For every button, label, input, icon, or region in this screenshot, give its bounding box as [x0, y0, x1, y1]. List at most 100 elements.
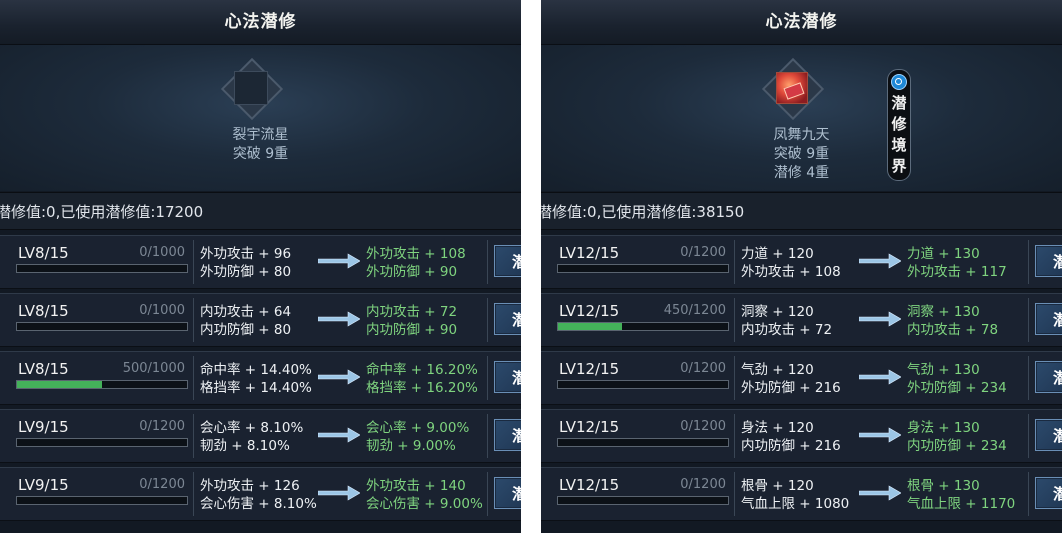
divider	[1028, 240, 1029, 284]
level-label: LV8/15	[18, 244, 69, 262]
next-stat: 气血上限 + 1170	[907, 496, 1016, 512]
cultivation-points-text: 潜修值:0,已使用潜修值:38150	[541, 203, 745, 221]
progress-bar	[16, 322, 188, 331]
cultivation-realm-button[interactable]: 潜 修 境 界	[887, 69, 911, 181]
cultivate-button-label: 潜	[1053, 369, 1062, 387]
cultivation-points-bar: 潜修值:0,已使用潜修值:17200	[0, 192, 521, 230]
current-stat: 内功防御 + 80	[200, 322, 292, 338]
panel-title: 心法潜修	[224, 12, 297, 32]
attribute-row: LV8/15 0/1000 外功攻击 + 96 外功防御 + 80 外功攻击 + 108…	[0, 235, 521, 289]
cultivate-button[interactable]: 潜	[494, 361, 521, 393]
current-stat: 内功攻击 + 64	[200, 304, 292, 320]
next-stat: 外功防御 + 90	[366, 264, 458, 280]
next-stat: 身法 + 130	[907, 420, 980, 436]
next-stat: 根骨 + 130	[907, 478, 980, 494]
next-stat: 外功攻击 + 140	[366, 478, 466, 494]
current-stat: 内功防御 + 216	[741, 438, 841, 454]
next-stat: 内功防御 + 234	[907, 438, 1007, 454]
cultivate-button[interactable]: 潜	[1035, 245, 1062, 277]
cultivation-points-bar: 潜修值:0,已使用潜修值:38150	[541, 192, 1062, 230]
progress-value: 0/1200	[680, 245, 726, 260]
divider	[193, 472, 194, 516]
current-stat: 韧劲 + 8.10%	[200, 438, 290, 454]
skill-display: 裂宇流星 突破 9重	[0, 45, 521, 191]
level-label: LV12/15	[559, 302, 620, 320]
panel-title: 心法潜修	[765, 12, 838, 32]
arrow-right-icon	[318, 311, 360, 327]
cultivate-button[interactable]: 潜	[1035, 303, 1062, 335]
skill-slot[interactable]	[220, 57, 284, 121]
cultivation-points-text: 潜修值:0,已使用潜修值:17200	[0, 203, 204, 221]
progress-value: 0/1200	[680, 361, 726, 376]
realm-button-char: 潜	[891, 94, 907, 112]
divider	[193, 240, 194, 284]
divider	[734, 240, 735, 284]
level-label: LV8/15	[18, 360, 69, 378]
divider	[193, 356, 194, 400]
arrow-right-icon	[318, 485, 360, 501]
cultivate-button-label: 潜	[512, 369, 521, 387]
next-stat: 力道 + 130	[907, 246, 980, 262]
progress-value: 0/1200	[139, 419, 185, 434]
cultivate-button[interactable]: 潜	[1035, 477, 1062, 509]
divider	[487, 356, 488, 400]
progress-value: 0/1200	[139, 477, 185, 492]
cultivate-button-label: 潜	[1053, 485, 1062, 503]
current-stat: 内功攻击 + 72	[741, 322, 833, 338]
progress-bar	[557, 322, 729, 331]
cultivate-button[interactable]: 潜	[494, 303, 521, 335]
next-stat: 格挡率 + 16.20%	[366, 380, 478, 396]
cultivate-button-label: 潜	[1053, 253, 1062, 271]
attribute-row: LV8/15 500/1000 命中率 + 14.40% 格挡率 + 14.40% 命中…	[0, 351, 521, 405]
next-stat: 会心伤害 + 9.00%	[366, 496, 483, 512]
divider	[193, 298, 194, 342]
progress-bar	[16, 438, 188, 447]
progress-bar	[557, 264, 729, 273]
skill-slot[interactable]	[761, 57, 825, 121]
skill-display: 凤舞九天 突破 9重 潜修 4重 潜 修 境 界	[541, 45, 1062, 191]
arrow-right-icon	[859, 369, 901, 385]
cultivate-button[interactable]: 潜	[494, 245, 521, 277]
next-stat: 会心率 + 9.00%	[366, 420, 470, 436]
arrow-right-icon	[859, 485, 901, 501]
attribute-row: LV9/15 0/1200 外功攻击 + 126 会心伤害 + 8.10% 外功攻击 +…	[0, 467, 521, 521]
cultivate-button-label: 潜	[512, 311, 521, 329]
arrow-right-icon	[859, 427, 901, 443]
next-stat: 内功攻击 + 78	[907, 322, 999, 338]
current-stat: 会心伤害 + 8.10%	[200, 496, 317, 512]
divider	[1028, 414, 1029, 458]
progress-value: 0/1200	[680, 477, 726, 492]
current-stat: 命中率 + 14.40%	[200, 362, 312, 378]
cultivate-button-label: 潜	[512, 485, 521, 503]
realm-button-char: 修	[891, 115, 907, 133]
progress-bar	[16, 380, 188, 389]
current-stat: 外功防御 + 216	[741, 380, 841, 396]
progress-value: 0/1000	[139, 245, 185, 260]
divider	[1028, 298, 1029, 342]
level-label: LV12/15	[559, 476, 620, 494]
cultivate-button[interactable]: 潜	[494, 419, 521, 451]
level-label: LV9/15	[18, 476, 69, 494]
level-label: LV12/15	[559, 360, 620, 378]
level-label: LV12/15	[559, 418, 620, 436]
current-stat: 外功攻击 + 126	[200, 478, 300, 494]
panel-title-bar: 心法潜修	[0, 0, 521, 45]
cultivate-button-label: 潜	[512, 427, 521, 445]
current-stat: 气劲 + 120	[741, 362, 814, 378]
divider	[734, 414, 735, 458]
cultivate-button[interactable]: 潜	[1035, 361, 1062, 393]
divider	[734, 472, 735, 516]
cultivate-button[interactable]: 潜	[1035, 419, 1062, 451]
skill-name: 裂宇流星	[232, 127, 289, 143]
current-stat: 洞察 + 120	[741, 304, 814, 320]
attribute-row: LV12/15 0/1200 根骨 + 120 气血上限 + 1080 根骨 + 130…	[541, 467, 1062, 521]
progress-bar	[16, 496, 188, 505]
next-stat: 内功防御 + 90	[366, 322, 458, 338]
current-stat: 外功攻击 + 108	[741, 264, 841, 280]
current-stat: 外功攻击 + 96	[200, 246, 292, 262]
cultivate-button[interactable]: 潜	[494, 477, 521, 509]
cultivate-button-label: 潜	[1053, 427, 1062, 445]
progress-bar	[557, 380, 729, 389]
skill-breakthrough: 突破 9重	[232, 146, 289, 162]
arrow-right-icon	[859, 253, 901, 269]
